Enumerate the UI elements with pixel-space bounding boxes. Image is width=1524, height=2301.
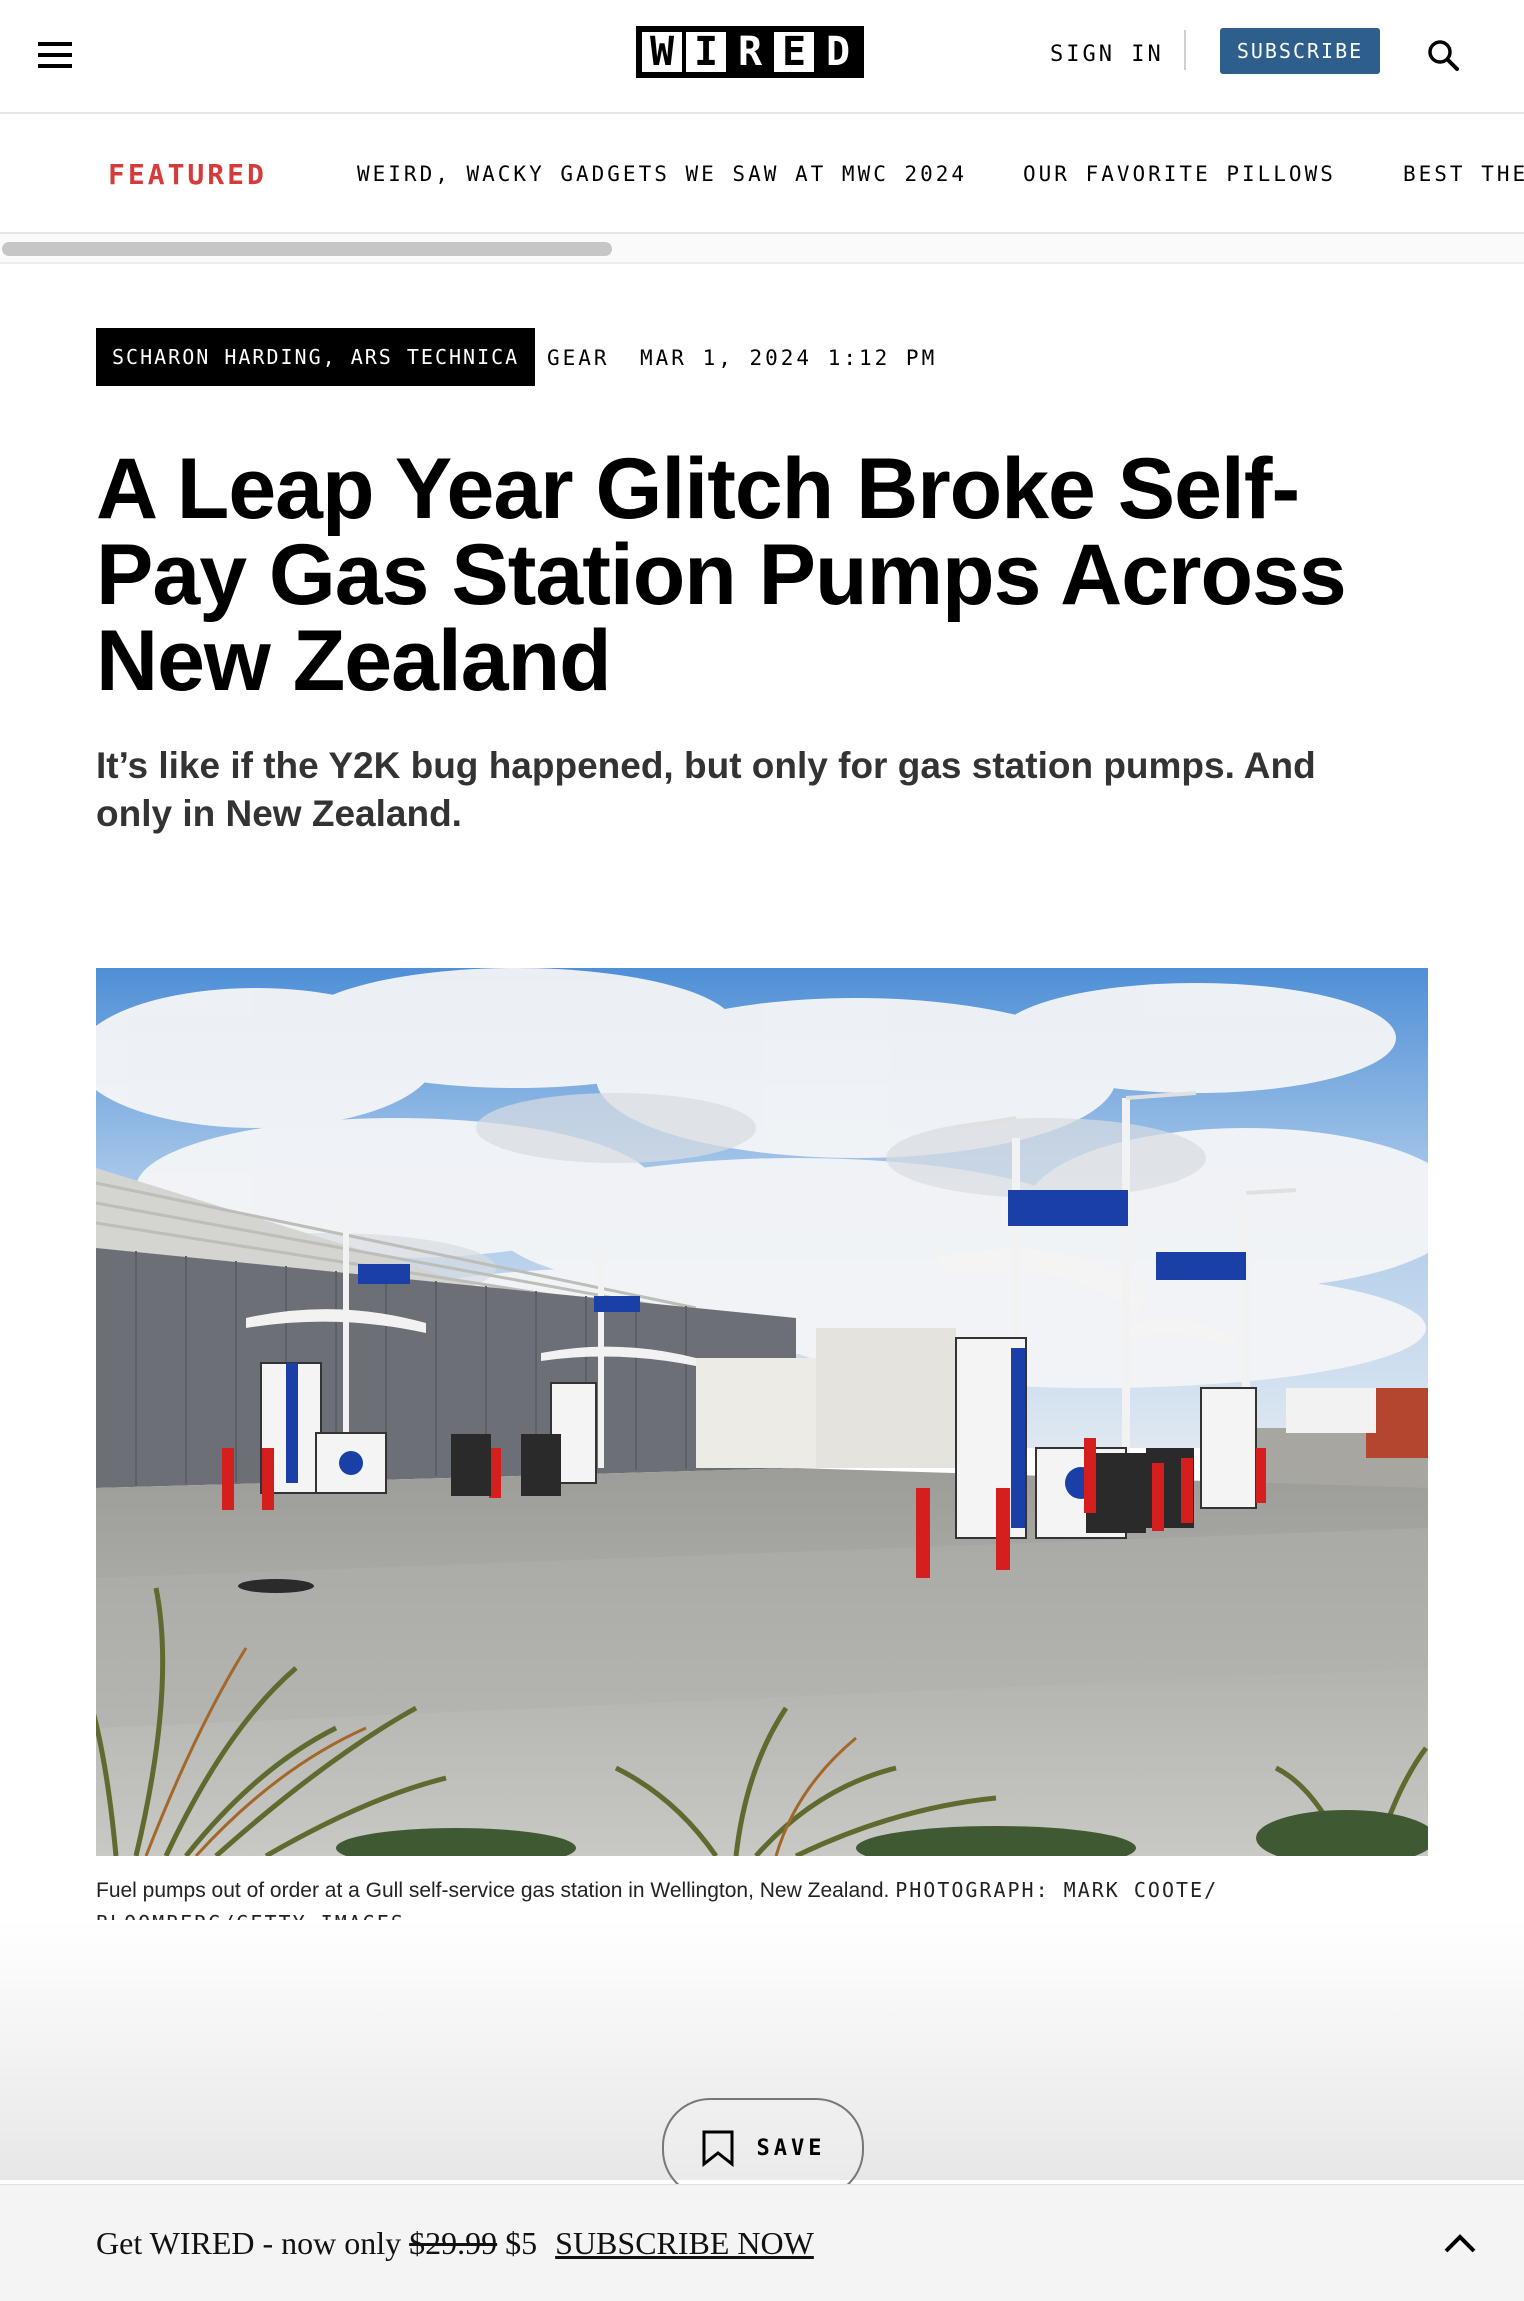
featured-link-pillows[interactable]: OUR FAVORITE PILLOWS (1023, 162, 1336, 186)
featured-nav: FEATURED WEIRD, WACKY GADGETS WE SAW AT … (0, 114, 1524, 232)
subscribe-promo-banner: Get WIRED - now only $29.99 $5 SUBSCRIBE… (0, 2184, 1524, 2301)
featured-scrollbar[interactable] (0, 232, 1524, 264)
subscribe-button[interactable]: SUBSCRIBE (1220, 28, 1380, 74)
featured-link-mwc[interactable]: WEIRD, WACKY GADGETS WE SAW AT MWC 2024 (357, 162, 967, 186)
article-headline: A Leap Year Glitch Broke Self-Pay Gas St… (96, 441, 1347, 709)
scrollbar-thumb[interactable] (2, 242, 612, 256)
save-label: SAVE (756, 2135, 826, 2161)
caption-text: Fuel pumps out of order at a Gull self-s… (96, 1879, 890, 1902)
subscribe-now-link[interactable]: SUBSCRIBE NOW (555, 2225, 814, 2261)
search-icon[interactable] (1426, 38, 1460, 72)
author-badge[interactable]: SCHARON HARDING, ARS TECHNICA (96, 328, 536, 386)
bookmark-icon (702, 2130, 733, 2167)
promo-old-price: $29.99 (409, 2225, 498, 2261)
save-button[interactable]: SAVE (662, 2098, 864, 2198)
featured-label: FEATURED (108, 158, 267, 191)
sign-in-link[interactable]: SIGN IN (1050, 42, 1164, 67)
promo-new-price: $5 (505, 2225, 538, 2261)
logo-letter: D (818, 32, 858, 72)
hero-image (96, 968, 1428, 1856)
publish-date: MAR 1, 2024 1:12 PM (640, 346, 938, 370)
menu-icon[interactable] (38, 42, 72, 70)
rubric-link[interactable]: GEAR (547, 346, 610, 370)
logo-letter: R (730, 32, 770, 72)
logo-letter: E (774, 32, 814, 72)
logo-letter: W (642, 32, 682, 72)
logo-letter: I (686, 32, 726, 72)
chevron-up-icon[interactable] (1440, 2223, 1480, 2263)
featured-link-best[interactable]: BEST THE (1403, 162, 1524, 186)
site-header: W I R E D SIGN IN SUBSCRIBE (0, 0, 1524, 114)
wired-logo[interactable]: W I R E D (636, 26, 864, 78)
promo-lead: Get WIRED - now only (96, 2225, 402, 2261)
header-divider (1184, 30, 1186, 70)
article-dek: It’s like if the Y2K bug happened, but o… (96, 745, 1316, 834)
promo-text: Get WIRED - now only $29.99 $5 SUBSCRIBE… (96, 2225, 814, 2262)
